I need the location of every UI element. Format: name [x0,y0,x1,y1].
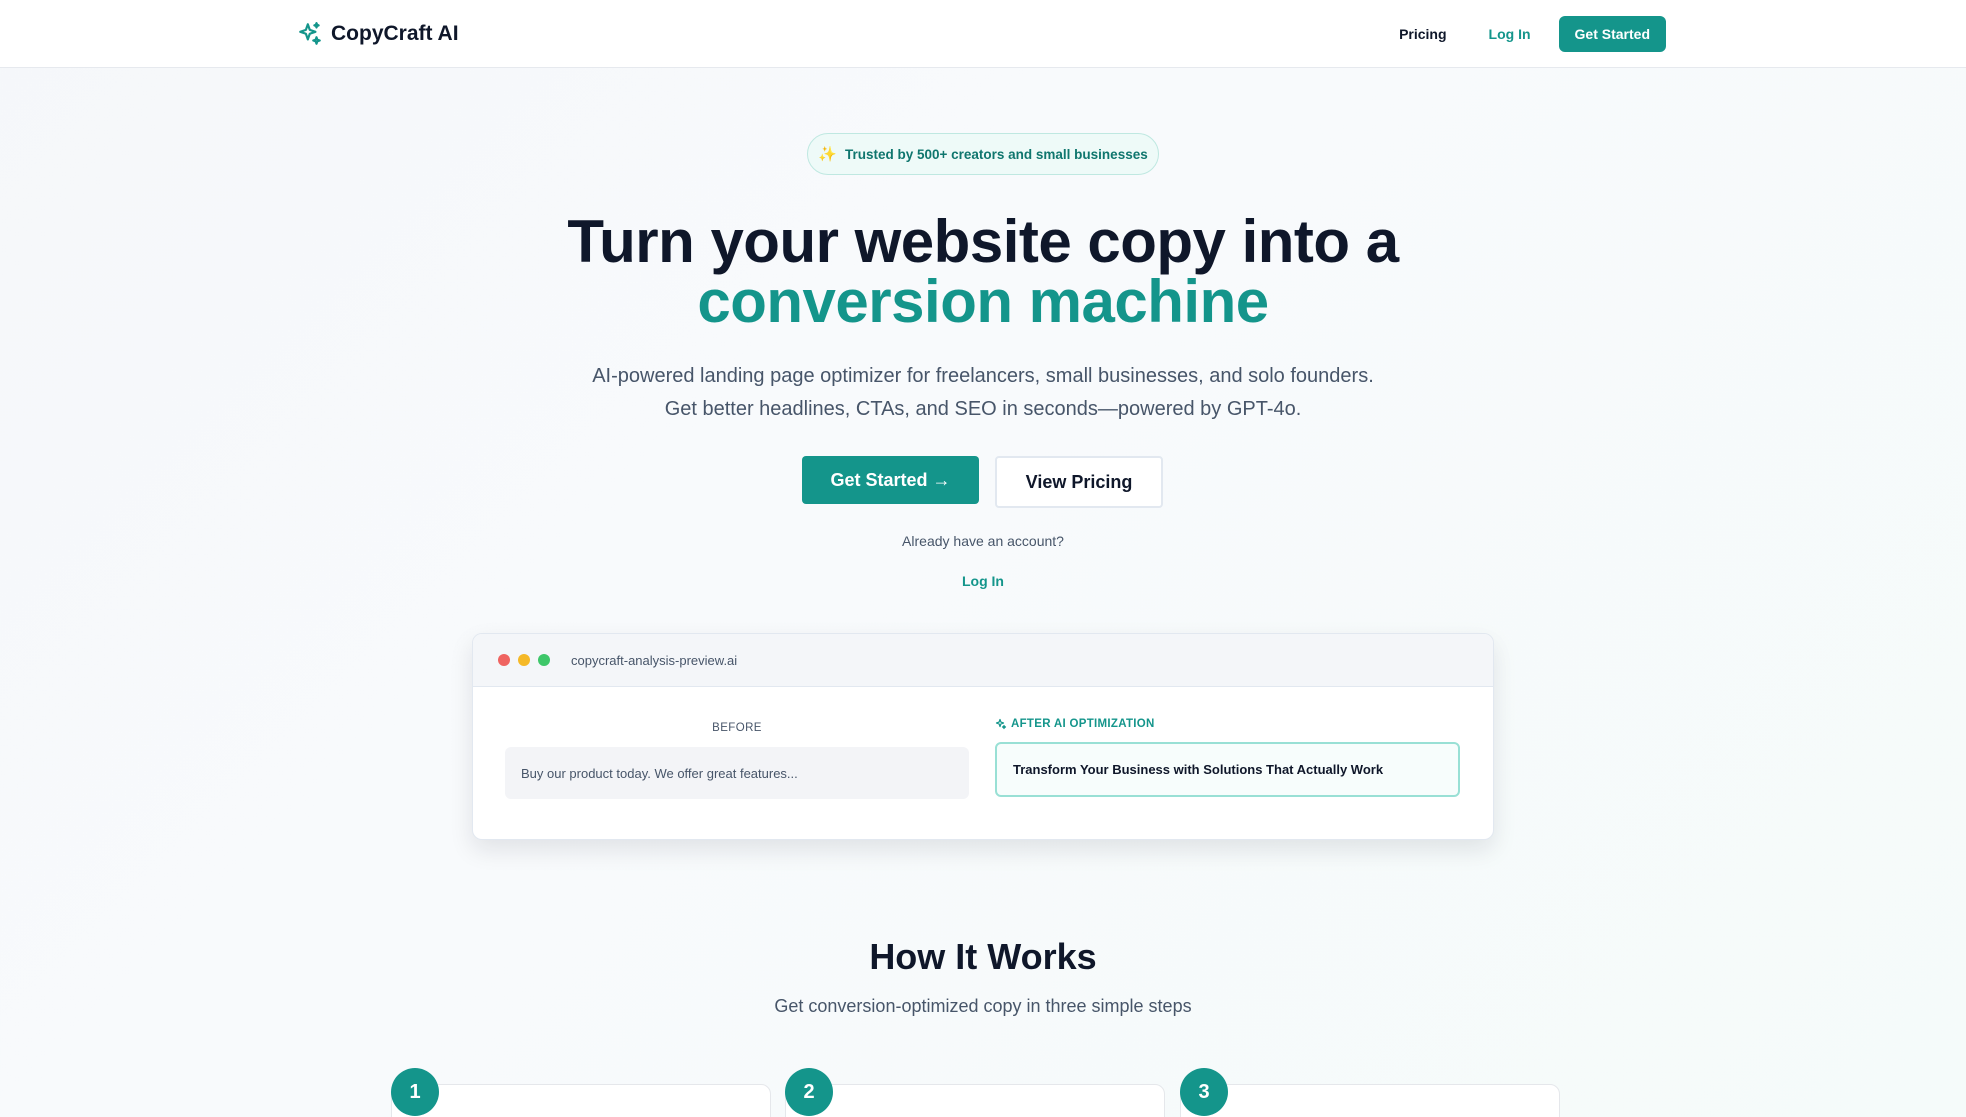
trust-badge-text: Trusted by 500+ creators and small busin… [844,146,1148,162]
nav-pricing-link[interactable]: Pricing [1399,26,1446,42]
window-minimize-dot [518,654,530,666]
hero-subtitle: AI-powered landing page optimizer for fr… [592,365,1374,420]
sparkle-icon [299,22,321,45]
after-copy-text: Transform Your Business with Solutions T… [1013,762,1384,777]
sparkle-icon [995,718,1007,730]
before-column: BEFORE Buy our product today. We offer g… [505,718,969,799]
hero-title-accent: conversion machine [697,268,1269,335]
before-label: BEFORE [712,722,762,734]
window-maximize-dot [538,654,550,666]
how-it-works-subtitle: Get conversion-optimized copy in three s… [774,996,1192,1016]
step-card [391,1084,771,1117]
hero-login-link[interactable]: Log In [962,573,1004,589]
step-card [785,1084,1165,1117]
analysis-preview-window: copycraft-analysis-preview.ai BEFORE Buy… [472,633,1494,840]
sparkle-icon: ✨ [818,146,837,163]
preview-url: copycraft-analysis-preview.ai [571,652,738,668]
trust-badge: ✨ Trusted by 500+ creators and small bus… [807,133,1159,175]
nav-get-started-button[interactable]: Get Started [1558,16,1666,52]
account-prompt: Already have an account? [902,533,1064,549]
before-copy-box: Buy our product today. We offer great fe… [505,747,969,799]
hero-title-line: Turn your website copy into a [567,208,1399,275]
hero-login-wrapper: Log In [0,573,1966,589]
hero-get-started-button[interactable]: Get Started → [802,456,979,504]
window-close-dot [498,654,510,666]
nav-login-link[interactable]: Log In [1489,26,1531,42]
step-number-badge: 1 [391,1068,439,1116]
after-copy-box: Transform Your Business with Solutions T… [995,742,1460,797]
after-column: AFTER AI OPTIMIZATION Transform Your Bus… [995,718,1460,797]
main-nav: Pricing Log In Get Started [1399,16,1666,52]
hero-actions: Get Started → View Pricing [802,456,1163,508]
after-label: AFTER AI OPTIMIZATION [995,718,1460,730]
after-label-text: AFTER AI OPTIMIZATION [1011,718,1155,730]
step-card [1180,1084,1560,1117]
step-number-badge: 3 [1180,1068,1228,1116]
brand-logo[interactable]: CopyCraft AI [297,18,459,50]
view-pricing-button[interactable]: View Pricing [995,456,1163,508]
preview-window-bar: copycraft-analysis-preview.ai [473,634,1493,687]
top-navbar: CopyCraft AI Pricing Log In Get Started [0,0,1966,68]
how-it-works-title: How It Works [869,936,1097,977]
brand-name: CopyCraft AI [331,22,459,45]
before-copy-text: Buy our product today. We offer great fe… [521,765,798,781]
step-number-badge: 2 [785,1068,833,1116]
hero-title: Turn your website copy into a conversion… [0,212,1966,332]
